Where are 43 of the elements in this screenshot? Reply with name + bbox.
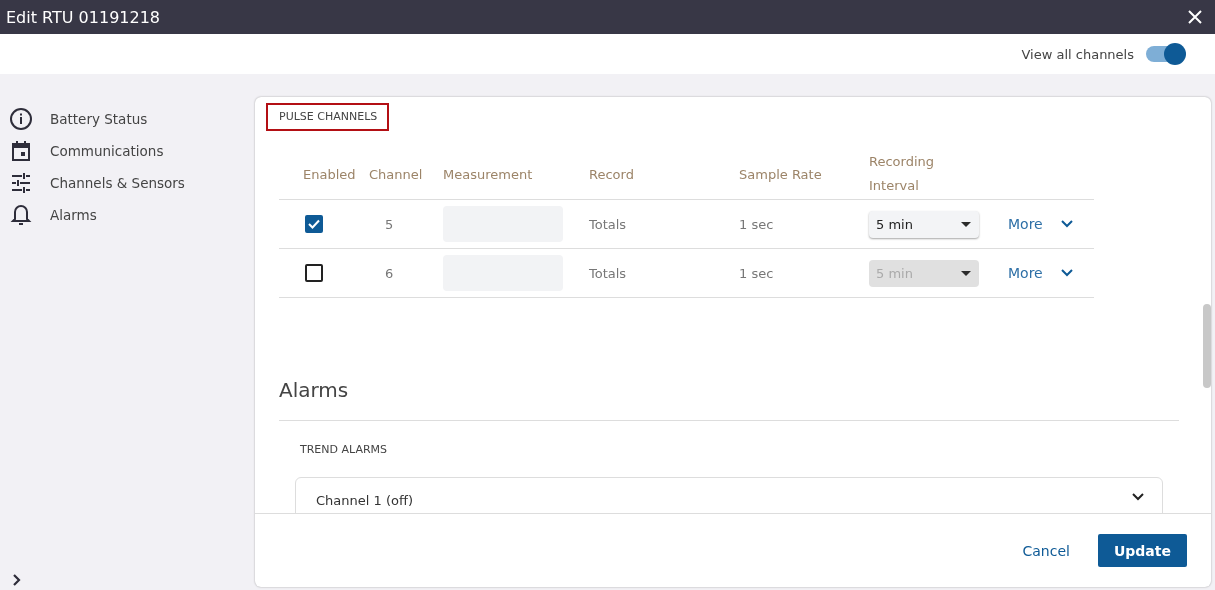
column-header: Recording Interval <box>869 153 936 195</box>
sidebar-item[interactable]: Battery Status <box>9 103 255 135</box>
window-title: Edit RTU 01191218 <box>6 7 161 27</box>
cancel-button[interactable]: Cancel <box>1018 536 1074 565</box>
interval-dropdown[interactable]: 5 min <box>869 210 979 238</box>
bell-icon <box>9 203 33 227</box>
caret-icon <box>961 270 971 276</box>
caret-icon <box>961 221 971 227</box>
calendar-icon <box>9 139 33 163</box>
table-cell-text: 5 <box>384 216 395 232</box>
table-cell-text: Totals <box>589 216 628 232</box>
table-cell-text: 1 sec <box>739 216 775 232</box>
sidebar-item[interactable]: Communications <box>9 135 255 167</box>
check-icon <box>308 219 320 229</box>
more-link[interactable]: More <box>1008 216 1043 232</box>
update-button[interactable]: Update <box>1097 534 1187 567</box>
subsection-title: TREND ALARMS <box>300 443 389 456</box>
chevron-down-icon <box>1132 493 1144 501</box>
column-header: Sample Rate <box>739 166 823 182</box>
chevron-down-icon[interactable] <box>1060 220 1073 228</box>
column-header: Enabled <box>302 166 357 182</box>
more-link[interactable]: More <box>1008 265 1043 281</box>
sidebar-item[interactable]: Alarms <box>9 199 255 231</box>
section-heading: Alarms <box>279 378 1179 421</box>
column-header: Measurement <box>443 166 534 182</box>
table-cell-text: 1 sec <box>739 265 775 281</box>
section-title: PULSE CHANNELS <box>266 103 390 131</box>
info-icon <box>9 107 33 131</box>
checkbox[interactable] <box>305 264 323 282</box>
accordion-item[interactable]: Channel 1 (off) <box>295 477 1163 513</box>
close-icon[interactable] <box>1187 9 1203 25</box>
sliders-icon <box>9 171 33 195</box>
scrollbar-thumb[interactable] <box>1203 304 1211 388</box>
chevron-down-icon[interactable] <box>1060 269 1073 277</box>
view-all-toggle[interactable] <box>1146 46 1184 62</box>
sidebar-item[interactable]: Channels & Sensors <box>9 167 255 199</box>
column-header: Channel <box>369 166 424 182</box>
table-cell-text: Totals <box>589 265 628 281</box>
checkbox[interactable] <box>305 215 323 233</box>
table-cell-text: 6 <box>384 265 395 281</box>
expand-icon[interactable] <box>12 574 22 586</box>
column-header: Record <box>589 166 635 182</box>
toggle-label: View all channels <box>1021 46 1134 62</box>
